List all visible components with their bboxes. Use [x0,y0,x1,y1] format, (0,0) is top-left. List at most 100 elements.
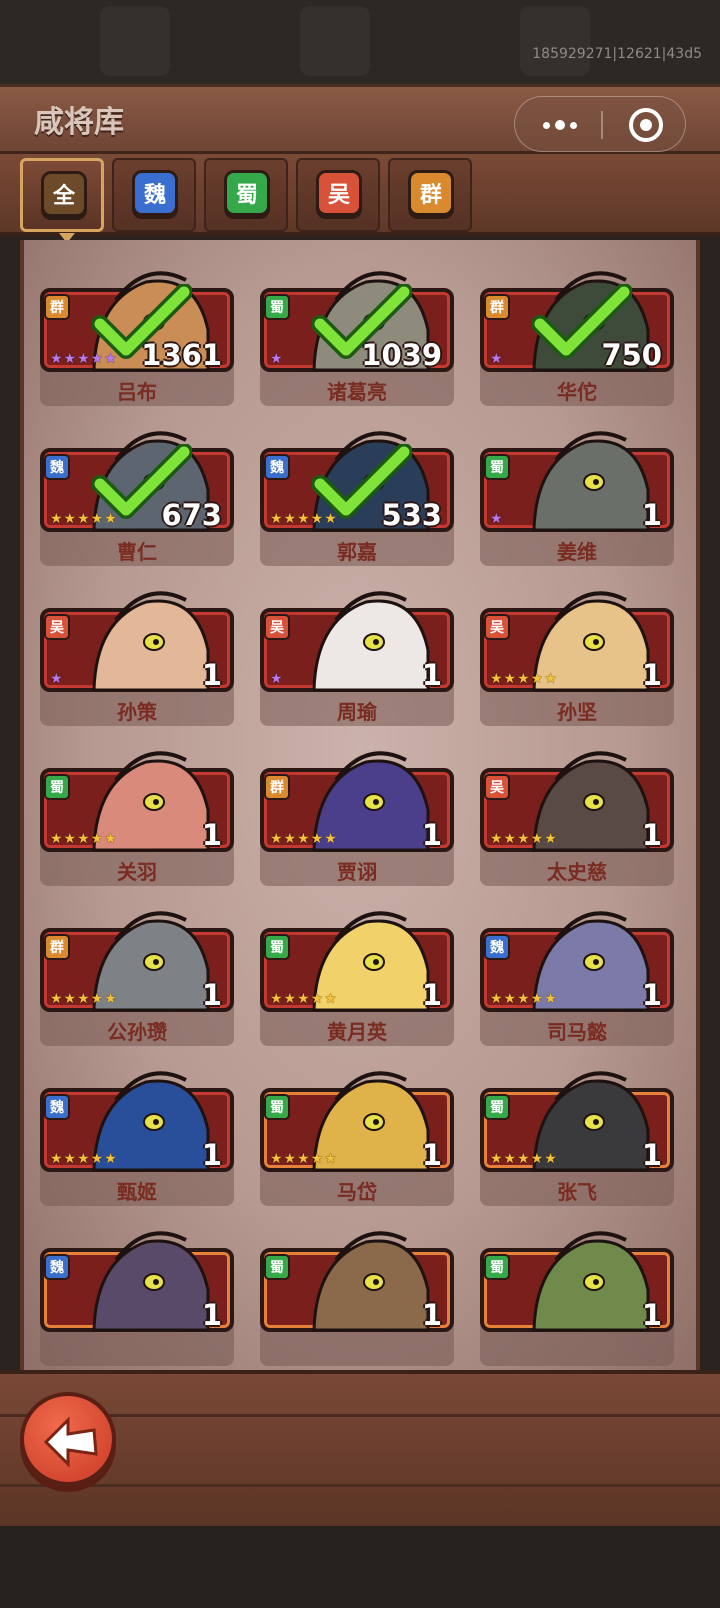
hero-card[interactable]: 吴 ★ 1 孙策 [40,580,234,728]
faction-badge: 群 [44,294,70,320]
hero-count: 1 [641,818,662,852]
hero-name: 马岱 [337,1180,377,1204]
star-rating: ★ [490,351,504,367]
faction-badge: 吴 [484,614,510,640]
hero-name: 曹仁 [117,540,157,564]
capsule-divider [601,111,603,139]
hero-card[interactable]: 蜀1 [260,1220,454,1368]
faction-tabs: 全魏蜀吴群 [0,154,720,243]
faction-badge: 吴 [44,614,70,640]
hero-card[interactable]: 吴 ★★★★★ 1 太史慈 [480,740,674,888]
hero-card[interactable]: 蜀 ★★★★★ 1 关羽 [40,740,234,888]
hero-card[interactable]: 蜀 ★★★★★ 1 马岱 [260,1060,454,1208]
hero-card[interactable]: 魏 ★★★★★ 673 曹仁 [40,420,234,568]
star-rating: ★ [490,511,504,527]
hero-card[interactable]: 魏 ★★★★★ 1 甄姬 [40,1060,234,1208]
build-id-text: 185929271|12621|43d5 [532,46,702,62]
hero-count: 1 [641,658,662,692]
miniprogram-capsule [514,96,686,152]
hero-count: 1 [421,1298,442,1332]
star-rating: ★★★★★ [490,671,558,687]
faction-badge: 吴 [264,614,290,640]
hero-count: 1 [641,1138,662,1172]
hero-card[interactable]: 魏 ★★★★★ 533 郭嘉 [260,420,454,568]
star-rating: ★★★★★ [50,991,118,1007]
star-rating: ★★★★★ [270,991,338,1007]
hero-card[interactable]: 群 ★★★★★ 1 贾诩 [260,740,454,888]
star-rating: ★★★★★ [270,1151,338,1167]
hero-name: 诸葛亮 [327,380,387,404]
hero-portrait [92,591,210,692]
bottom-bar [0,1370,720,1526]
faction-badge: 蜀 [484,454,510,480]
hero-count: 1 [201,658,222,692]
hero-name: 司马懿 [547,1020,607,1044]
tab-2[interactable]: 蜀 [204,158,288,232]
hero-name: 甄姬 [117,1180,157,1204]
hero-card[interactable]: 吴 ★ 1 周瑜 [260,580,454,728]
hero-name: 郭嘉 [337,540,377,564]
hero-count: 1 [641,1298,662,1332]
faction-badge: 吴 [484,774,510,800]
hero-card[interactable]: 吴 ★★★★★ 1 孙坚 [480,580,674,728]
star-rating: ★★★★★ [490,1151,558,1167]
faction-badge: 蜀 [44,774,70,800]
faction-badge: 魏 [484,934,510,960]
hero-card[interactable]: 蜀 ★ 1039 诸葛亮 [260,260,454,408]
star-rating: ★★★★★ [50,831,118,847]
hero-count: 1 [421,818,442,852]
faction-badge: 蜀 [484,1254,510,1280]
hero-name: 张飞 [557,1180,597,1204]
hero-name: 孙策 [117,700,157,724]
background-decoration [100,6,170,76]
hero-card[interactable]: 蜀 ★★★★★ 1 黄月英 [260,900,454,1048]
hero-card[interactable]: 蜀 ★★★★★ 1 张飞 [480,1060,674,1208]
hero-portrait [92,1231,210,1332]
faction-badge: 群 [44,934,70,960]
hero-name: 姜维 [557,540,597,564]
hero-card[interactable]: 魏 ★★★★★ 1 司马懿 [480,900,674,1048]
faction-badge: 蜀 [264,1254,290,1280]
back-button[interactable] [20,1392,116,1486]
hero-card[interactable]: 群 ★ 750 华佗 [480,260,674,408]
hero-name: 关羽 [117,860,157,884]
tab-4[interactable]: 群 [388,158,472,232]
hero-count: 1039 [361,338,442,372]
hero-name: 太史慈 [547,860,607,884]
background-decoration [520,6,590,76]
hero-card[interactable]: 魏1 [40,1220,234,1368]
tab-label: 魏 [132,170,178,216]
plank-line [0,1484,720,1487]
faction-badge: 魏 [264,454,290,480]
hero-name: 华佗 [557,380,597,404]
hero-count: 1 [421,658,442,692]
hero-count: 1 [201,1298,222,1332]
faction-badge: 群 [264,774,290,800]
background-decoration [300,6,370,76]
hero-card[interactable]: 蜀 ★ 1 姜维 [480,420,674,568]
hero-name: 孙坚 [557,700,597,724]
tab-0[interactable]: 全 [20,158,104,243]
hero-card[interactable]: 群 ★★★★★ 1361 吕布 [40,260,234,408]
tab-label: 吴 [316,170,362,216]
hero-count: 1 [641,978,662,1012]
hero-count: 1 [201,1138,222,1172]
hero-count: 1 [641,498,662,532]
more-menu-button[interactable] [537,111,583,139]
hero-portrait [532,1231,650,1332]
page-title: 咸将库 [34,105,124,140]
hero-card[interactable]: 蜀1 [480,1220,674,1368]
hero-portrait [312,591,430,692]
hero-count: 673 [161,498,222,532]
tab-3[interactable]: 吴 [296,158,380,232]
star-rating: ★ [50,671,64,687]
tab-label: 群 [408,170,454,216]
faction-badge: 蜀 [264,1094,290,1120]
tab-1[interactable]: 魏 [112,158,196,232]
faction-badge: 魏 [44,454,70,480]
close-miniprogram-icon[interactable] [629,108,663,142]
star-rating: ★ [270,671,284,687]
hero-card[interactable]: 群 ★★★★★ 1 公孙瓒 [40,900,234,1048]
hero-portrait [312,1231,430,1332]
faction-badge: 魏 [44,1094,70,1120]
